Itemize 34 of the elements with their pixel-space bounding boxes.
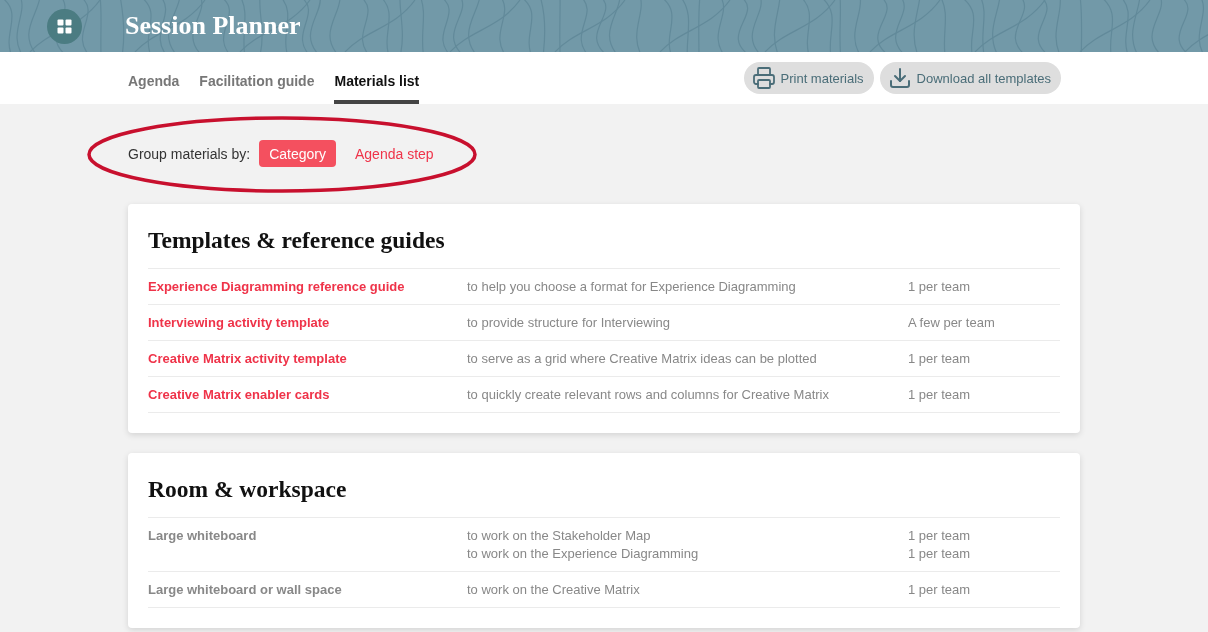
- purpose-text: to work on the Experience Diagramming: [467, 545, 699, 563]
- purpose-text: to help you choose a format for Experience Diagramming: [467, 278, 796, 296]
- section-title: Room & workspace: [148, 475, 348, 503]
- quantity-text: 1 per team: [908, 278, 971, 296]
- nav-tab[interactable]: Materials list: [334, 52, 420, 104]
- quantity-text: A few per team: [908, 314, 995, 332]
- quantity-text: 1 per team: [908, 581, 971, 599]
- group-option[interactable]: Category: [259, 140, 336, 167]
- purpose-text: to work on the Creative Matrix: [467, 581, 640, 599]
- nav-tab[interactable]: Facilitation guide: [199, 52, 315, 104]
- material-link[interactable]: Creative Matrix enabler cards: [148, 386, 330, 404]
- printer-icon: [751, 66, 776, 90]
- download-icon: [887, 66, 912, 90]
- quantity-text: 1 per team: [908, 545, 971, 563]
- nav-tab[interactable]: Agenda: [128, 52, 180, 104]
- purpose-text: to quickly create relevant rows and columns for Creative Matrix: [467, 386, 829, 404]
- quantity-text: 1 per team: [908, 527, 971, 545]
- print-button[interactable]: Print materials: [743, 62, 874, 94]
- purpose-text: to provide structure for Interviewing: [467, 314, 671, 332]
- grid-icon[interactable]: [47, 8, 82, 44]
- quantity-text: 1 per team: [908, 386, 971, 404]
- material-name: Large whiteboard or wall space: [148, 581, 342, 599]
- material-link[interactable]: Experience Diagramming reference guide: [148, 278, 405, 296]
- material-link[interactable]: Creative Matrix activity template: [148, 350, 347, 368]
- download-button[interactable]: Download all templates: [879, 62, 1061, 94]
- purpose-text: to work on the Stakeholder Map: [467, 527, 651, 545]
- section-title: Templates & reference guides: [148, 226, 446, 254]
- group-by-label: Group materials by:: [128, 145, 251, 162]
- material-name: Large whiteboard: [148, 527, 257, 545]
- quantity-text: 1 per team: [908, 350, 971, 368]
- purpose-text: to serve as a grid where Creative Matrix ideas can be plotted: [467, 350, 817, 368]
- group-option[interactable]: Agenda step: [345, 140, 444, 167]
- app-title: Session Planner: [125, 10, 301, 42]
- material-link[interactable]: Interviewing activity template: [148, 314, 330, 332]
